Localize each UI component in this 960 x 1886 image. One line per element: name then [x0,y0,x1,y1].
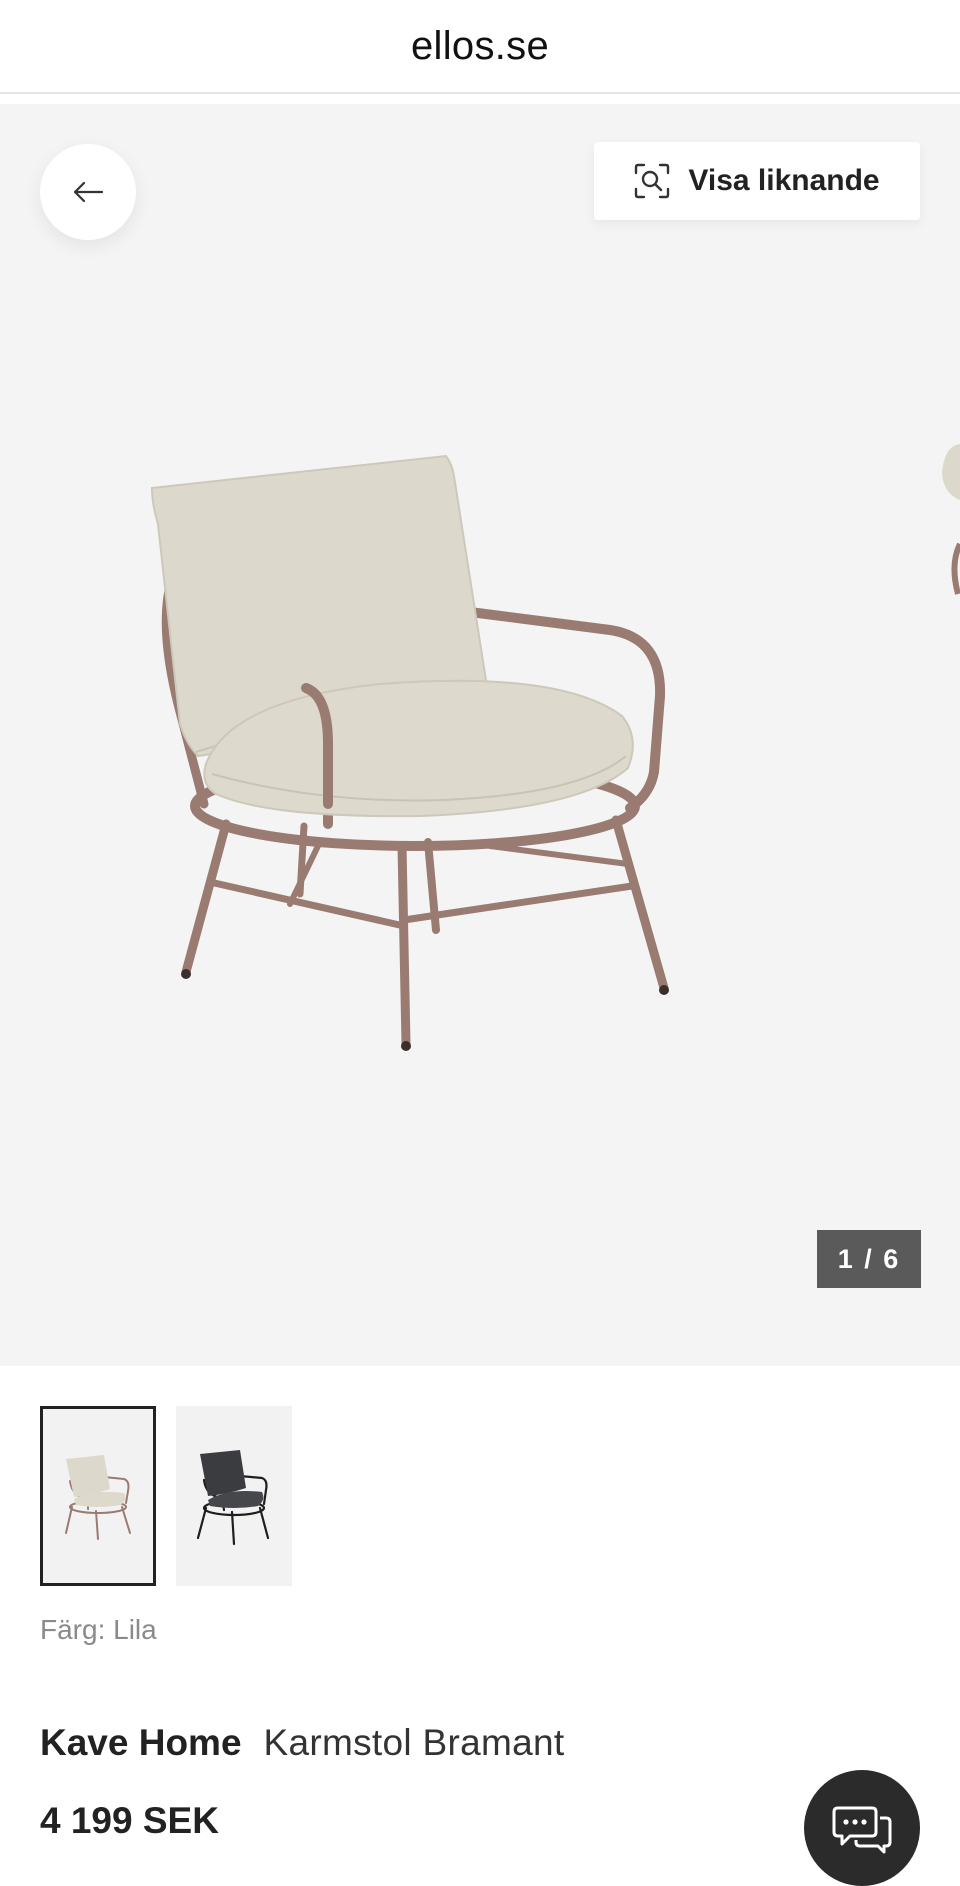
site-title: ellos.se [410,23,550,68]
product-price: 4 199 SEK [40,1800,219,1841]
product-name: Karmstol Bramant [263,1722,565,1763]
visual-search-icon [635,163,670,199]
selected-color-label: Färg: Lila [40,1614,157,1645]
brand-link[interactable]: Kave Home [40,1722,242,1763]
dark-grey-chair-thumbnail-image [196,1450,270,1546]
product-image [150,444,960,1051]
variant-thumbnail-beige[interactable] [40,1406,156,1586]
chat-button[interactable] [804,1770,920,1886]
beige-chair-thumbnail-image [65,1455,131,1540]
product-title: Kave Home Karmstol Bramant [40,1722,564,1764]
product-image-gallery[interactable]: Visa liknande 1 / 6 [0,104,960,1366]
variant-thumbnails [40,1406,292,1586]
show-similar-label: Visa liknande [688,164,880,197]
show-similar-button[interactable]: Visa liknande [594,142,920,220]
variant-thumbnail-dark-grey[interactable] [176,1406,292,1586]
chat-bubbles-icon [832,1806,892,1854]
back-button[interactable] [40,144,136,240]
top-bar: ellos.se [0,0,960,94]
image-counter: 1 / 6 [817,1230,921,1288]
arrow-left-icon [73,181,104,203]
